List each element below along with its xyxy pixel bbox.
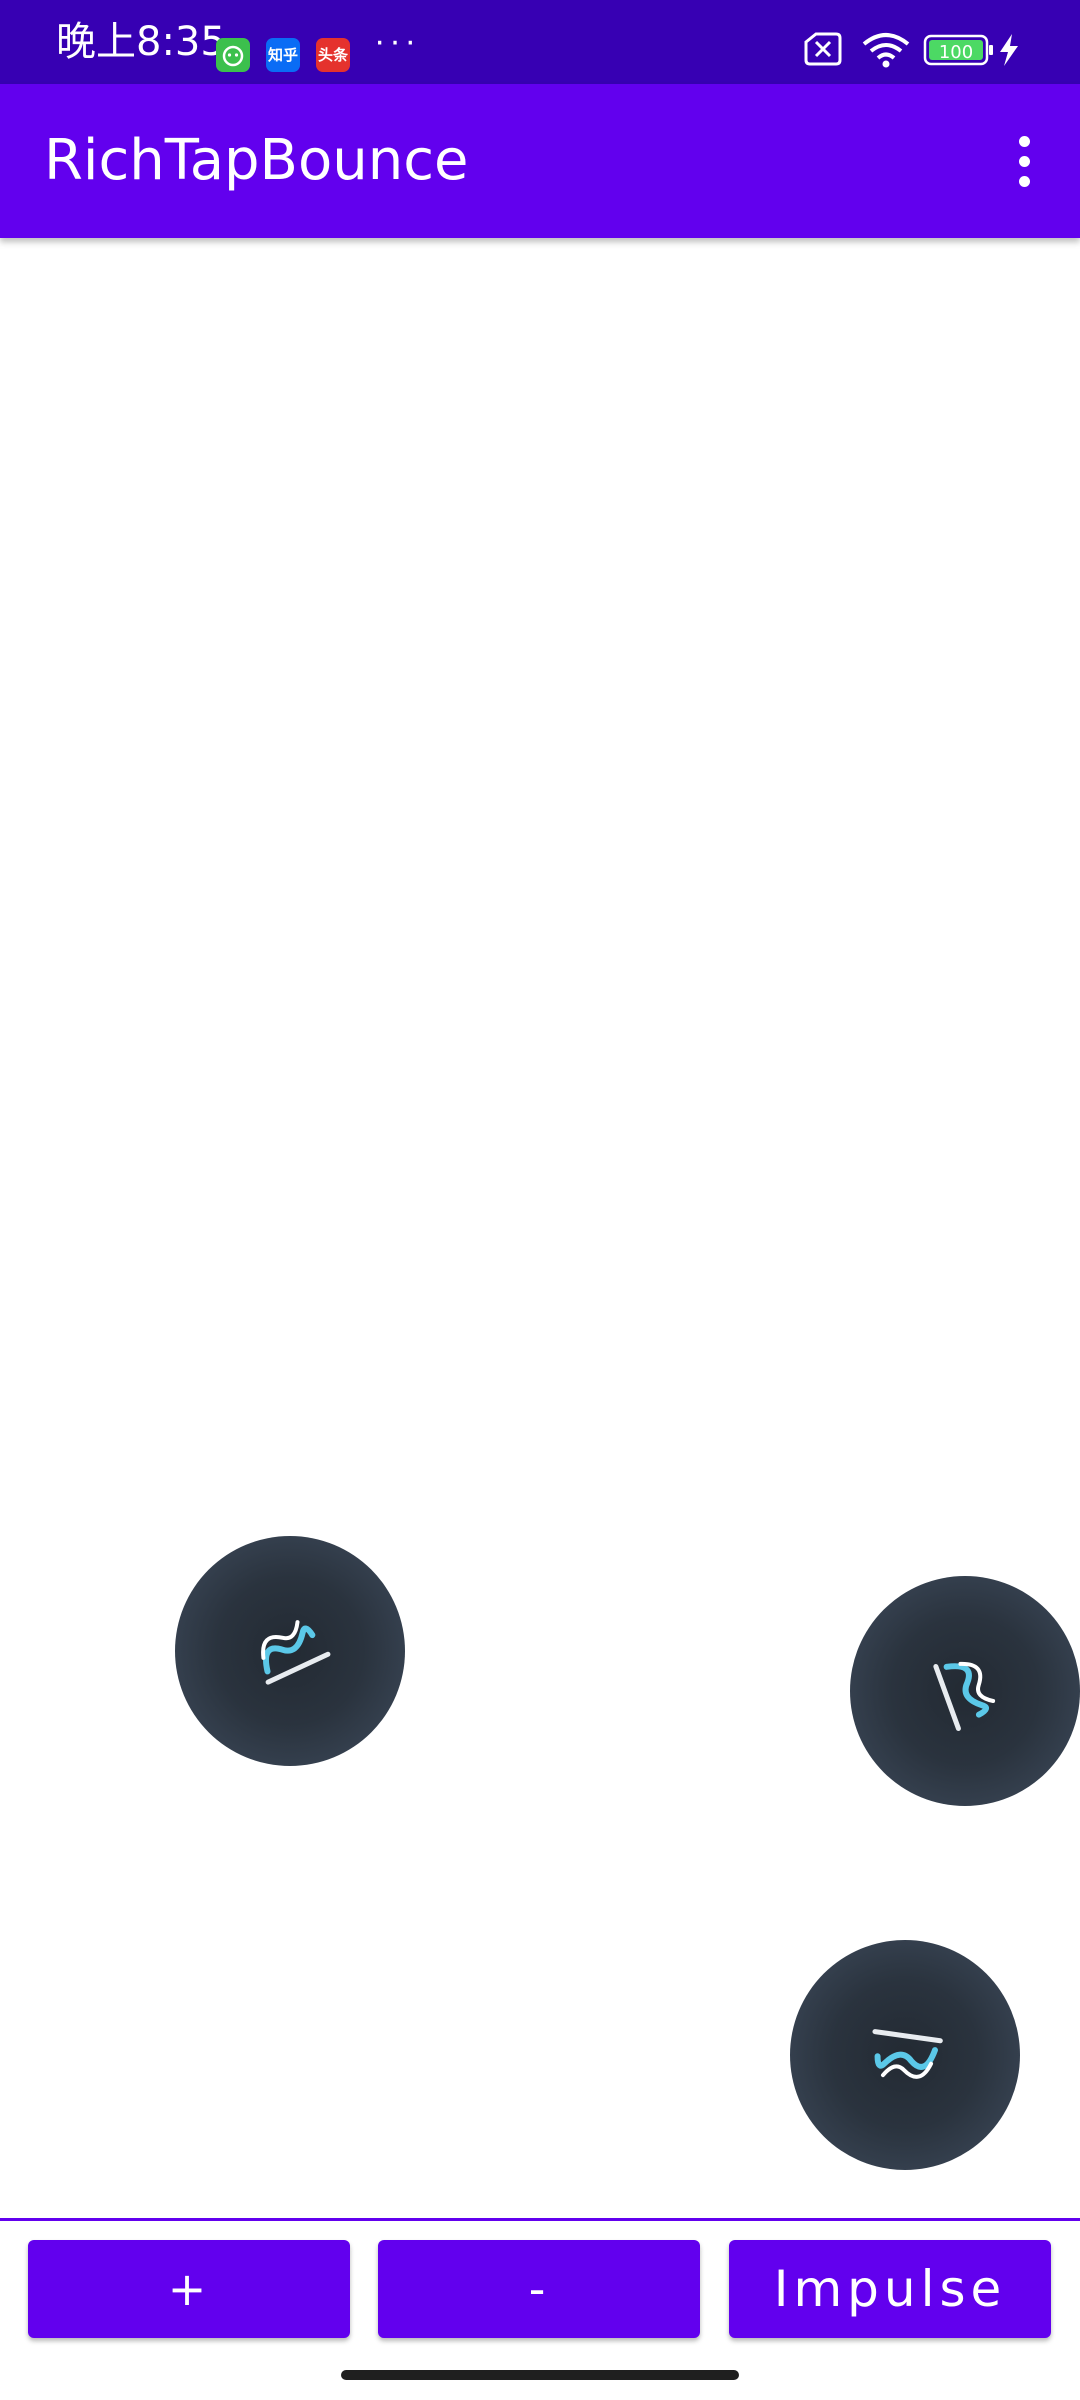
minus-button[interactable]: - — [378, 2240, 700, 2338]
impulse-button[interactable]: Impulse — [729, 2240, 1051, 2338]
status-right: 100 — [800, 30, 1030, 80]
svg-text:100: 100 — [939, 42, 973, 63]
richtap-logo-icon — [872, 2029, 943, 2079]
wifi-icon — [862, 33, 910, 68]
status-time: 晚上8:35 — [56, 19, 226, 65]
app-title: RichTapBounce — [44, 128, 469, 193]
ball-1[interactable] — [175, 1536, 405, 1766]
plus-button[interactable]: + — [28, 2240, 350, 2338]
ball-3[interactable] — [790, 1940, 1020, 2170]
more-notifications-icon: ··· — [374, 22, 420, 60]
toutiao-icon: 头条 — [316, 38, 350, 72]
bottom-divider — [0, 2218, 1080, 2221]
screen: 晚上8:35 知乎 头条 ··· 100 RichTapBounce + - I… — [0, 0, 1080, 2400]
charging-icon — [1000, 34, 1018, 66]
wechat-icon — [216, 38, 250, 72]
more-vert-icon[interactable] — [994, 131, 1054, 191]
home-indicator[interactable] — [341, 2370, 739, 2380]
richtap-logo-icon — [261, 1620, 331, 1685]
zhihu-icon: 知乎 — [266, 38, 300, 72]
battery-icon: 100 — [923, 34, 993, 66]
ball-2[interactable] — [850, 1576, 1080, 1806]
app-bar: RichTapBounce — [0, 84, 1080, 238]
status-bar: 晚上8:35 知乎 头条 ··· 100 — [0, 0, 1080, 84]
sim-off-icon — [804, 32, 842, 66]
richtap-logo-icon — [933, 1661, 996, 1732]
